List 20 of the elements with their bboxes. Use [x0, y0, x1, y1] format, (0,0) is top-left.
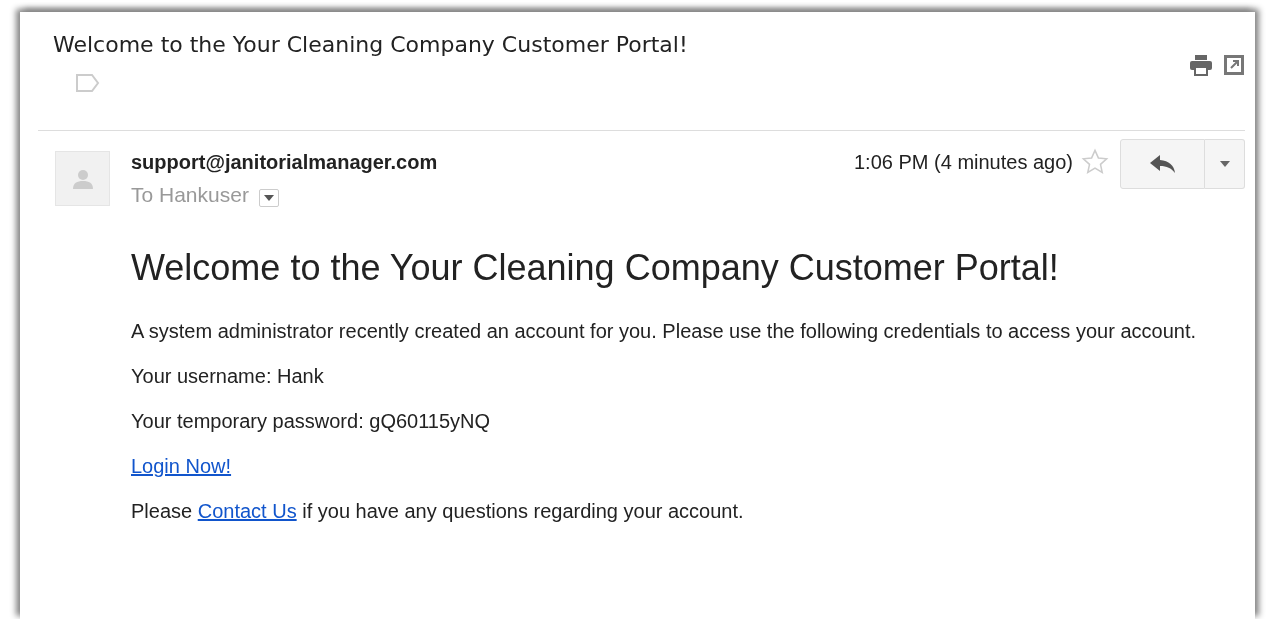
- new-window-icon[interactable]: [1223, 54, 1245, 76]
- print-icon[interactable]: [1189, 54, 1213, 76]
- reply-button[interactable]: [1120, 139, 1205, 189]
- reply-icon: [1149, 155, 1176, 173]
- recipient-label: To Hankuser: [131, 183, 249, 207]
- login-link[interactable]: Login Now!: [131, 455, 232, 477]
- body-paragraph: A system administrator recently created an account for you. Please use the following credentials to access your account.: [131, 319, 1197, 343]
- caret-icon: [263, 194, 274, 201]
- email-heading: Welcome to the Your Cleaning Company Customer Portal!: [131, 247, 1060, 289]
- details-dropdown-button[interactable]: [258, 188, 279, 207]
- caret-icon: [1219, 161, 1230, 167]
- star-icon[interactable]: [1081, 148, 1109, 176]
- sender-address: support@janitorialmanager.com: [131, 151, 438, 173]
- username-text: Your username: Hank: [131, 364, 325, 388]
- email-subject: Welcome to the Your Cleaning Company Customer Portal!: [53, 32, 688, 57]
- contact-link[interactable]: Contact Us: [197, 500, 297, 522]
- person-icon: [71, 167, 94, 190]
- timestamp: 1:06 PM (4 minutes ago): [854, 151, 1073, 173]
- contact-paragraph: Please Contact Us if you have any questions regarding your account.: [131, 499, 745, 523]
- password-text: Your temporary password: gQ60115yNQ: [131, 409, 492, 433]
